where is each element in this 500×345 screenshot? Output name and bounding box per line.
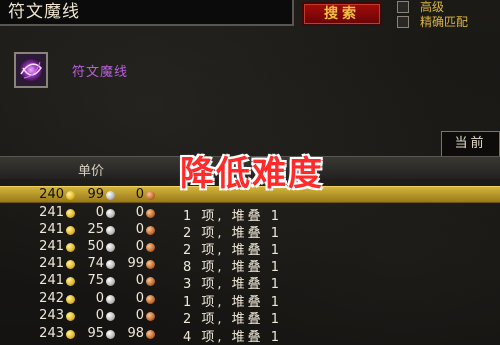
gold-amount: 241 [39,222,64,237]
gold-coin-icon [66,295,75,304]
runecloth-thread-icon[interactable] [14,52,48,88]
silver-amount: 50 [87,239,104,254]
auction-row[interactable]: 241 25 0 2 项, 堆叠 1 [0,222,500,241]
silver-coin-icon [106,243,115,252]
overlay-title: 降低难度 [180,154,324,194]
copper-coin-icon [146,260,155,269]
gold-coin-icon [66,243,75,252]
copper-amount: 0 [135,291,144,306]
silver-coin-icon [106,209,115,218]
gold-amount: 241 [39,205,64,220]
copper-coin-icon [146,191,155,200]
copper-coin-icon [146,226,155,235]
auction-row[interactable]: 242 0 0 1 项, 堆叠 1 [0,291,500,310]
copper-coin-icon [146,277,155,286]
silver-coin-icon [106,191,115,200]
gold-coin-icon [66,277,75,286]
gold-coin-icon [66,226,75,235]
quantity-text: 2 项, 堆叠 1 [183,312,283,327]
silver-amount: 99 [87,187,104,202]
search-button[interactable]: 搜索 [302,2,382,26]
copper-amount: 0 [135,205,144,220]
gold-amount: 240 [39,187,64,202]
gold-coin-icon [66,209,75,218]
gold-amount: 242 [39,291,64,306]
silver-amount: 0 [95,205,104,220]
copper-coin-icon [146,312,155,321]
silver-coin-icon [106,330,115,339]
gold-coin-icon [66,191,75,200]
tab-current[interactable]: 当前 [441,131,500,156]
quantity-text: 3 项, 堆叠 1 [183,277,283,292]
silver-amount: 74 [87,256,104,271]
silver-amount: 25 [87,222,104,237]
auction-row[interactable]: 243 0 0 2 项, 堆叠 1 [0,308,500,327]
copper-amount: 0 [135,308,144,323]
copper-coin-icon [146,295,155,304]
auction-row[interactable]: 243 95 98 4 项, 堆叠 1 [0,326,500,345]
auction-row[interactable]: 241 50 0 2 项, 堆叠 1 [0,239,500,258]
advanced-checkbox[interactable] [397,1,409,13]
gold-amount: 243 [39,308,64,323]
copper-amount: 0 [135,273,144,288]
exact-match-label: 精确匹配 [420,15,469,29]
silver-amount: 0 [95,308,104,323]
silver-amount: 75 [87,273,104,288]
copper-amount: 98 [127,326,144,341]
gold-amount: 241 [39,273,64,288]
gold-amount: 241 [39,239,64,254]
gold-amount: 241 [39,256,64,271]
gold-coin-icon [66,330,75,339]
exact-match-checkbox[interactable] [397,16,409,28]
copper-amount: 0 [135,187,144,202]
gold-amount: 243 [39,326,64,341]
copper-amount: 99 [127,256,144,271]
silver-amount: 95 [87,326,104,341]
gold-coin-icon [66,260,75,269]
copper-coin-icon [146,330,155,339]
silver-coin-icon [106,260,115,269]
gold-coin-icon [66,312,75,321]
silver-coin-icon [106,312,115,321]
unit-price-column-header[interactable]: 单价 [78,160,104,179]
silver-coin-icon [106,295,115,304]
auction-row[interactable]: 241 74 99 8 项, 堆叠 1 [0,256,500,275]
copper-amount: 0 [135,239,144,254]
copper-coin-icon [146,209,155,218]
copper-coin-icon [146,243,155,252]
search-input[interactable]: 符文魔线 [0,0,294,26]
auction-row[interactable]: 241 0 0 1 项, 堆叠 1 [0,205,500,224]
silver-coin-icon [106,277,115,286]
item-name[interactable]: 符文魔线 [72,61,128,80]
silver-amount: 0 [95,291,104,306]
quantity-text: 4 项, 堆叠 1 [183,330,283,345]
auction-row[interactable]: 241 75 0 3 项, 堆叠 1 [0,273,500,292]
silver-coin-icon [106,226,115,235]
copper-amount: 0 [135,222,144,237]
